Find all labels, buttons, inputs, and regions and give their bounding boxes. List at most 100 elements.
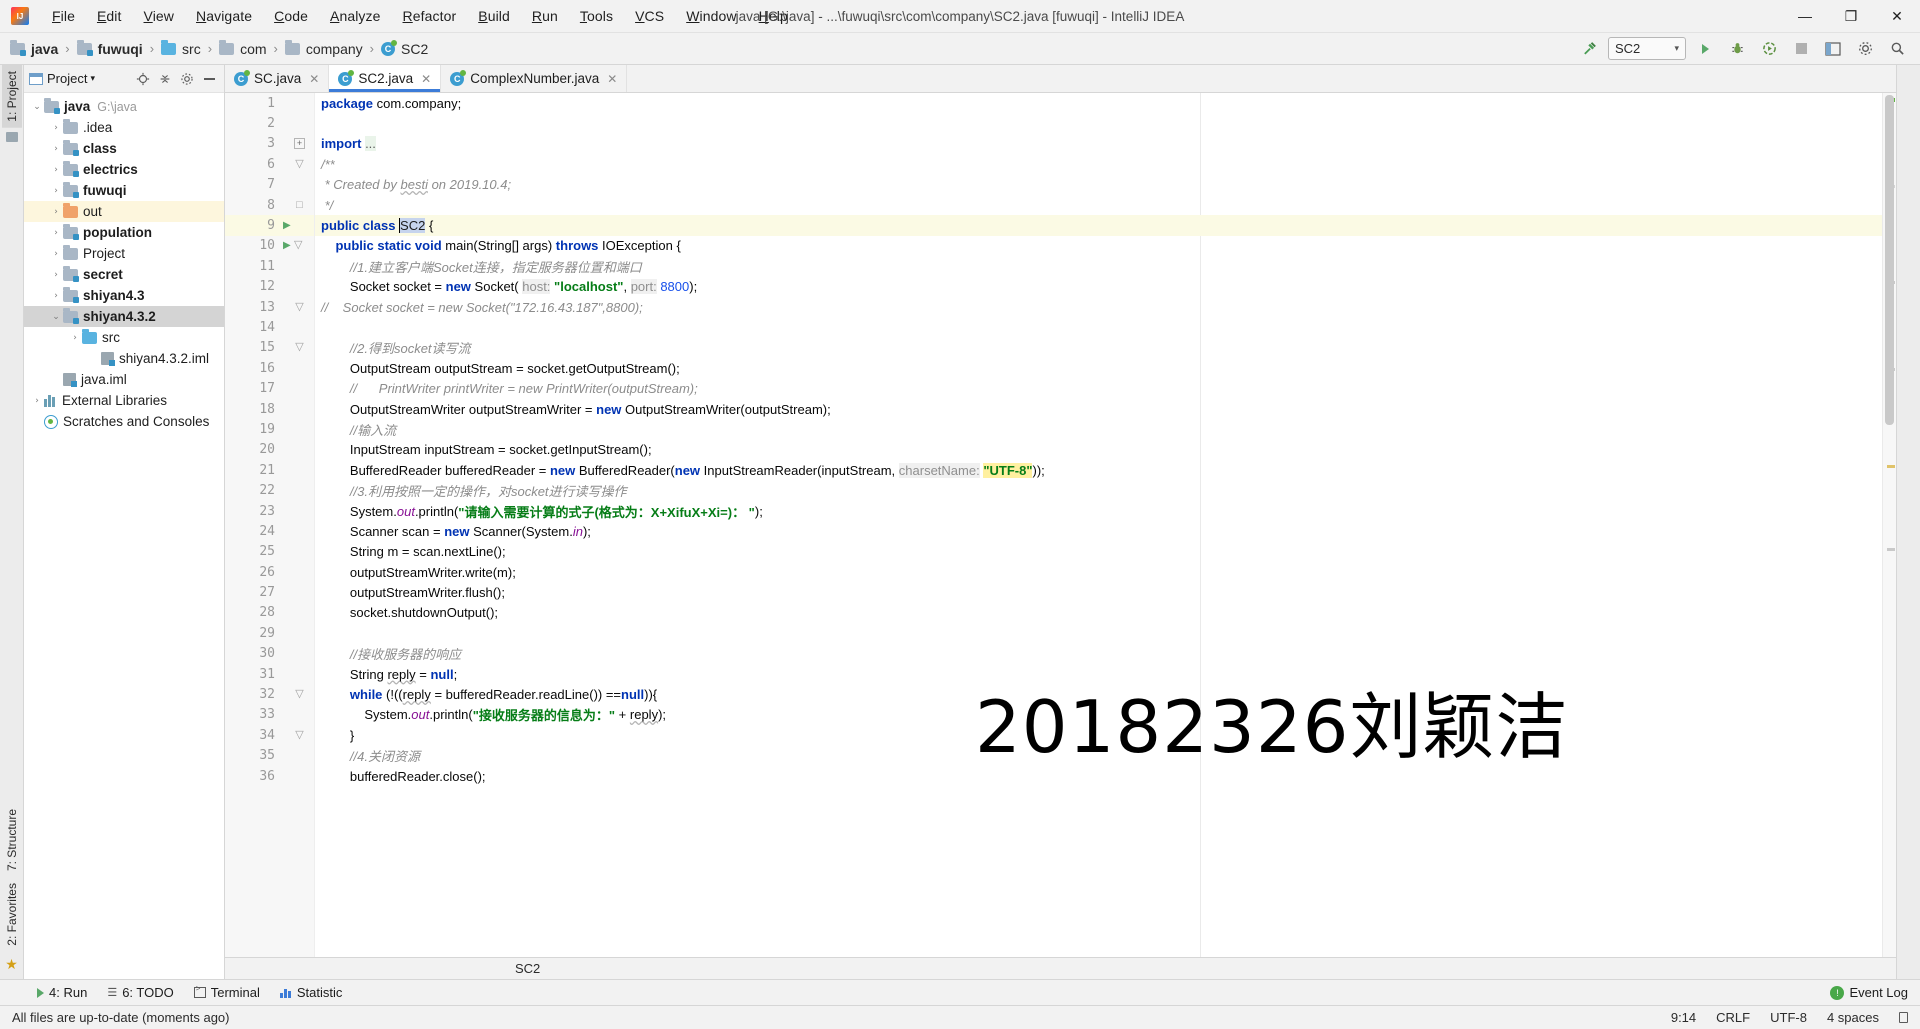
code-line-27[interactable]: outputStreamWriter.flush(); <box>315 582 1882 602</box>
menu-item-analyze[interactable]: Analyze <box>319 4 392 28</box>
code-lines[interactable]: package com.company; import ... /** * Cre… <box>315 93 1882 786</box>
code-line-30[interactable]: //接收服务器的响应 <box>315 644 1882 664</box>
code-line-28[interactable]: socket.shutdownOutput(); <box>315 603 1882 623</box>
gutter-marks-line-14[interactable] <box>281 317 314 337</box>
menu-item-navigate[interactable]: Navigate <box>185 4 263 28</box>
tree-node-project[interactable]: › Project <box>24 243 224 264</box>
gutter-marks-line-35[interactable] <box>281 746 314 766</box>
tree-node-secret[interactable]: › secret <box>24 264 224 285</box>
gutter-marks-line-29[interactable] <box>281 623 314 643</box>
tree-node-shiyan4.3[interactable]: › shiyan4.3 <box>24 285 224 306</box>
code-line-32[interactable]: while (!((reply = bufferedReader.readLin… <box>315 684 1882 704</box>
tree-node-java[interactable]: ⌄ java G:\java <box>24 96 224 117</box>
tree-node-population[interactable]: › population <box>24 222 224 243</box>
gutter-marks-line-21[interactable] <box>281 460 314 480</box>
editor-marker-scrollbar[interactable] <box>1882 93 1896 957</box>
gutter-marks-line-32[interactable]: ▽ <box>281 684 314 704</box>
line-number-10[interactable]: 10 <box>225 236 281 256</box>
breadcrumb-item-company[interactable]: company <box>284 39 363 57</box>
fold-collapse-icon[interactable]: ▽ <box>294 689 305 700</box>
editor-tab-complexnumber-java[interactable]: C ComplexNumber.java ✕ <box>441 65 628 92</box>
tree-twisty-collapsed-icon[interactable]: › <box>49 270 63 280</box>
gutter-marks-line-19[interactable] <box>281 419 314 439</box>
tree-twisty-collapsed-icon[interactable]: › <box>49 291 63 301</box>
line-number-33[interactable]: 33 <box>225 705 281 725</box>
line-number-32[interactable]: 32 <box>225 684 281 704</box>
code-line-31[interactable]: String reply = null; <box>315 664 1882 684</box>
gutter-marks-line-15[interactable]: ▽ <box>281 338 314 358</box>
settings-gear-icon[interactable] <box>177 69 197 89</box>
line-number-22[interactable]: 22 <box>225 480 281 500</box>
menu-item-build[interactable]: Build <box>467 4 521 28</box>
close-icon[interactable]: ✕ <box>607 72 617 86</box>
gutter-marks-line-16[interactable] <box>281 358 314 378</box>
gutter-marks-line-1[interactable] <box>281 93 314 113</box>
code-line-3[interactable]: import ... <box>315 134 1882 154</box>
editor-tab-sc-java[interactable]: C SC.java ✕ <box>225 65 330 92</box>
menu-item-run[interactable]: Run <box>521 4 569 28</box>
code-line-23[interactable]: System. out .println("请输入需要计算的式子(格式为：X+Xif… <box>315 501 1882 521</box>
line-number-15[interactable]: 15 <box>225 338 281 358</box>
gutter-marks-line-17[interactable] <box>281 378 314 398</box>
fold-collapse-icon[interactable]: ▽ <box>294 342 305 353</box>
line-number-2[interactable]: 2 <box>225 113 281 133</box>
locate-file-icon[interactable] <box>133 69 153 89</box>
line-number-28[interactable]: 28 <box>225 603 281 623</box>
code-line-8[interactable]: */ <box>315 195 1882 215</box>
editor-tab-sc2-java[interactable]: C SC2.java ✕ <box>329 65 442 92</box>
line-number-8[interactable]: 8 <box>225 195 281 215</box>
gutter-marks-line-12[interactable] <box>281 277 314 297</box>
code-line-10[interactable]: public static void main(String[] args) t… <box>315 236 1882 256</box>
line-number-1[interactable]: 1 <box>225 93 281 113</box>
menu-item-vcs[interactable]: VCS <box>624 4 675 28</box>
line-number-gutter[interactable]: 1 2 3 6 7 8 9 10 11 12 13 14 15 16 17 18 19 20 21 22 23 24 25 2… <box>225 93 281 957</box>
maximize-button[interactable]: ❐ <box>1828 0 1874 33</box>
menu-item-window[interactable]: Window <box>675 4 747 28</box>
event-log-button[interactable]: ! Event Log <box>1830 985 1908 1000</box>
tree-node-src[interactable]: › src <box>24 327 224 348</box>
tool-button-run[interactable]: 4: Run <box>28 982 96 1003</box>
tree-twisty-expanded-icon[interactable]: ⌄ <box>30 102 44 112</box>
search-everywhere-icon[interactable] <box>1884 37 1910 61</box>
minimize-button[interactable]: — <box>1782 0 1828 33</box>
code-line-6[interactable]: /** <box>315 154 1882 174</box>
line-number-16[interactable]: 16 <box>225 358 281 378</box>
breadcrumb-item-src[interactable]: src <box>161 39 201 57</box>
gutter-marks-line-2[interactable] <box>281 113 314 133</box>
code-line-2[interactable] <box>315 113 1882 133</box>
menu-item-view[interactable]: View <box>133 4 186 28</box>
code-line-36[interactable]: bufferedReader.close(); <box>315 766 1882 786</box>
line-number-19[interactable]: 19 <box>225 419 281 439</box>
tree-twisty-expanded-icon[interactable]: ⌄ <box>49 312 63 322</box>
code-line-24[interactable]: Scanner scan = new Scanner(System. in); <box>315 521 1882 541</box>
stop-button[interactable] <box>1788 37 1814 61</box>
run-gutter-icon[interactable]: ▶ <box>283 240 291 251</box>
tree-node-out[interactable]: › out <box>24 201 224 222</box>
gutter-marks-line-6[interactable]: ▽ <box>281 154 314 174</box>
run-configuration-selector[interactable]: SC2 ▾ <box>1608 37 1686 60</box>
code-line-9[interactable]: public class SC2 { <box>315 215 1882 236</box>
tool-button-terminal[interactable]: Terminal <box>185 982 269 1003</box>
line-number-12[interactable]: 12 <box>225 277 281 297</box>
tree-node-java.iml[interactable]: java.iml <box>24 369 224 390</box>
line-number-36[interactable]: 36 <box>225 766 281 786</box>
breadcrumb-item-com[interactable]: com <box>219 39 267 57</box>
code-line-25[interactable]: String m = scan.nextLine(); <box>315 542 1882 562</box>
line-number-14[interactable]: 14 <box>225 317 281 337</box>
tree-twisty-collapsed-icon[interactable]: › <box>49 249 63 259</box>
fold-collapse-icon[interactable]: ▽ <box>294 301 305 313</box>
code-line-12[interactable]: Socket socket = new Socket( host: "local… <box>315 277 1882 297</box>
line-number-6[interactable]: 6 <box>225 154 281 174</box>
code-line-20[interactable]: InputStream inputStream = socket.getInpu… <box>315 440 1882 460</box>
gutter-marks-line-11[interactable] <box>281 256 314 276</box>
code-line-35[interactable]: //4.关闭资源 <box>315 746 1882 766</box>
code-line-11[interactable]: //1.建立客户端Socket连接，指定服务器位置和端口 <box>315 256 1882 276</box>
close-icon[interactable]: ✕ <box>309 72 319 86</box>
line-number-35[interactable]: 35 <box>225 746 281 766</box>
gutter-marks-line-34[interactable]: ▽ <box>281 725 314 745</box>
menu-item-file[interactable]: File <box>41 4 86 28</box>
breadcrumb-item-sc2[interactable]: C SC2 <box>381 39 428 57</box>
code-line-29[interactable] <box>315 623 1882 643</box>
gutter-marks-line-28[interactable] <box>281 603 314 623</box>
gutter-marks-line-18[interactable] <box>281 399 314 419</box>
